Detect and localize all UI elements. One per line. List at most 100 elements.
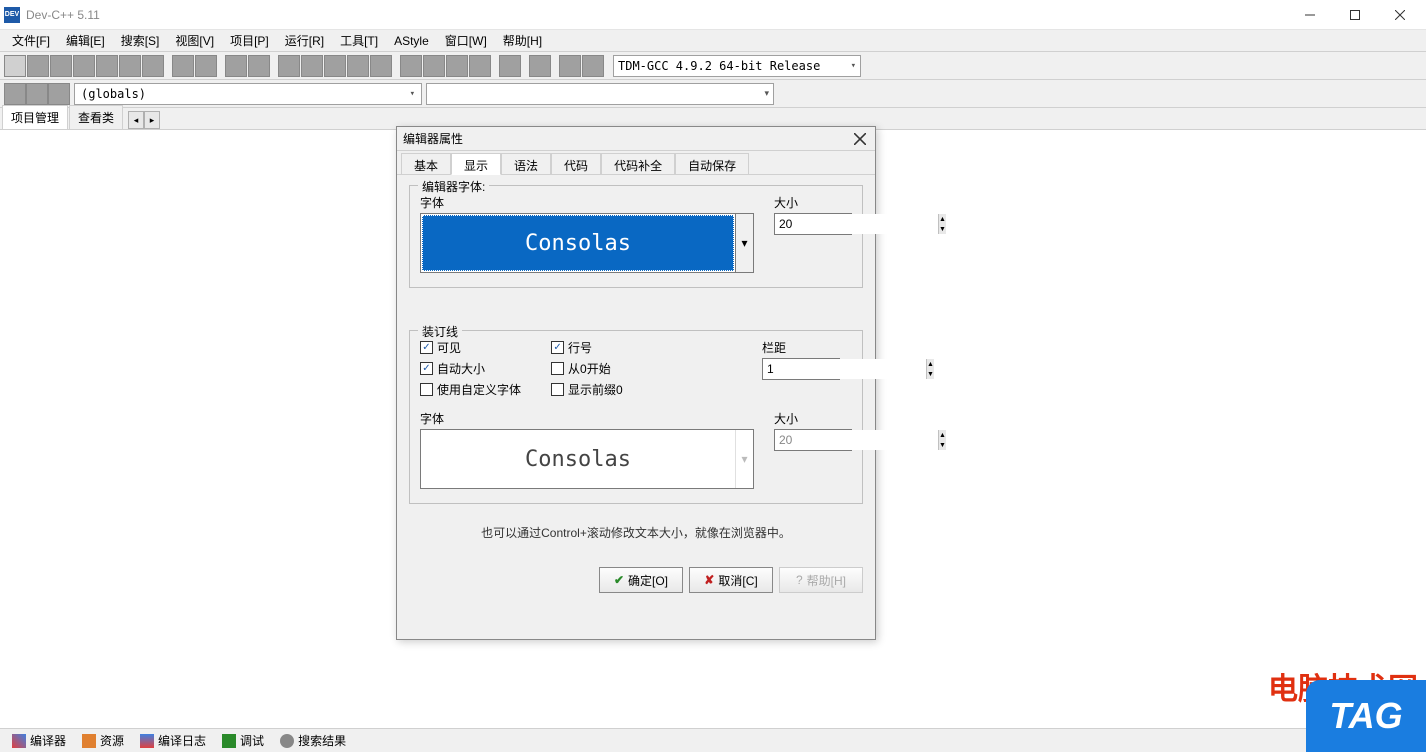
menu-help[interactable]: 帮助[H]	[495, 30, 550, 51]
gutter-font-size-spinner: ▲ ▼	[774, 429, 852, 451]
tab-project-mgmt[interactable]: 项目管理	[2, 105, 68, 129]
spinner-up-icon[interactable]: ▲	[939, 214, 946, 224]
editor-font-value: Consolas	[422, 215, 734, 271]
tab-code[interactable]: 代码	[551, 153, 601, 174]
editor-font-size-spinner[interactable]: ▲ ▼	[774, 213, 852, 235]
window-controls	[1287, 0, 1422, 30]
function-select[interactable]: ▾	[426, 83, 774, 105]
close-file-icon[interactable]	[96, 55, 118, 77]
compile-run-icon[interactable]	[324, 55, 346, 77]
open-file-icon[interactable]	[27, 55, 49, 77]
spinner-up-icon: ▲	[939, 430, 946, 440]
check-custom-font[interactable]: 使用自定义字体	[420, 381, 521, 398]
gutter-font-label: 字体	[420, 410, 754, 427]
stop-icon[interactable]	[529, 55, 551, 77]
chevron-down-icon: ▾	[410, 89, 415, 99]
tab-compiler[interactable]: 编译器	[4, 729, 74, 752]
spinner-up-icon[interactable]: ▲	[927, 359, 934, 369]
tab-syntax[interactable]: 语法	[501, 153, 551, 174]
menu-window[interactable]: 窗口[W]	[437, 30, 495, 51]
dialog-button-row: ✔确定[O] ✘取消[C] ?帮助[H]	[397, 567, 875, 603]
debug-icon[interactable]	[370, 55, 392, 77]
globals-value: (globals)	[81, 87, 146, 101]
window-title: Dev-C++ 5.11	[26, 8, 1287, 22]
minimize-button[interactable]	[1287, 0, 1332, 30]
step-out-icon[interactable]	[469, 55, 491, 77]
resources-icon	[82, 734, 96, 748]
gutter-font-select[interactable]: Consolas ▾	[420, 429, 754, 489]
goto-func-icon[interactable]	[4, 83, 26, 105]
dialog-close-button[interactable]	[851, 130, 869, 148]
column-input[interactable]	[763, 359, 926, 379]
back-icon[interactable]	[26, 83, 48, 105]
tab-autosave[interactable]: 自动保存	[675, 153, 749, 174]
globals-select[interactable]: (globals) ▾	[74, 83, 422, 105]
tab-search-results[interactable]: 搜索结果	[272, 729, 354, 752]
editor-font-group: 编辑器字体: 字体 Consolas ▾ 大小 ▲ ▼	[409, 185, 863, 288]
tab-completion[interactable]: 代码补全	[601, 153, 675, 174]
forward-icon[interactable]	[48, 83, 70, 105]
menu-edit[interactable]: 编辑[E]	[58, 30, 113, 51]
toggle-breakpoint-icon[interactable]	[400, 55, 422, 77]
menu-search[interactable]: 搜索[S]	[113, 30, 168, 51]
new-file-icon[interactable]	[4, 55, 26, 77]
cancel-button[interactable]: ✘取消[C]	[689, 567, 773, 593]
close-all-icon[interactable]	[119, 55, 141, 77]
chevron-down-icon: ▾	[851, 61, 856, 71]
tab-scroll-left-icon[interactable]: ◂	[128, 111, 144, 129]
tab-display[interactable]: 显示	[451, 153, 501, 175]
checkbox-icon	[420, 383, 433, 396]
step-icon[interactable]	[423, 55, 445, 77]
redo-icon[interactable]	[195, 55, 217, 77]
menubar: 文件[F] 编辑[E] 搜索[S] 视图[V] 项目[P] 运行[R] 工具[T…	[0, 30, 1426, 52]
maximize-button[interactable]	[1332, 0, 1377, 30]
check-auto-size[interactable]: ✓自动大小	[420, 360, 521, 377]
tab-basic[interactable]: 基本	[401, 153, 451, 174]
check-line-no[interactable]: ✓行号	[551, 339, 623, 356]
tab-compile-log[interactable]: 编译日志	[132, 729, 214, 752]
check-leading-zero[interactable]: 显示前缀0	[551, 381, 623, 398]
debug-icon	[222, 734, 236, 748]
help-button[interactable]: ?帮助[H]	[779, 567, 863, 593]
rebuild-icon[interactable]	[347, 55, 369, 77]
menu-astyle[interactable]: AStyle	[386, 32, 437, 50]
check-from-zero[interactable]: 从0开始	[551, 360, 623, 377]
menu-view[interactable]: 视图[V]	[167, 30, 222, 51]
check-visible[interactable]: ✓可见	[420, 339, 521, 356]
checkbox-icon: ✓	[551, 341, 564, 354]
save-icon[interactable]	[50, 55, 72, 77]
chevron-down-icon: ▾	[735, 214, 753, 272]
cancel-icon: ✘	[704, 573, 714, 587]
step-over-icon[interactable]	[446, 55, 468, 77]
menu-file[interactable]: 文件[F]	[4, 30, 58, 51]
save-all-icon[interactable]	[73, 55, 95, 77]
find-icon[interactable]	[225, 55, 247, 77]
profile-icon[interactable]	[559, 55, 581, 77]
checkbox-icon: ✓	[420, 341, 433, 354]
compile-icon[interactable]	[278, 55, 300, 77]
tab-debug[interactable]: 调试	[214, 729, 272, 752]
editor-properties-dialog: 编辑器属性 基本 显示 语法 代码 代码补全 自动保存 编辑器字体: 字体 Co…	[396, 126, 876, 640]
check-icon[interactable]	[499, 55, 521, 77]
compiler-profile-select[interactable]: TDM-GCC 4.9.2 64-bit Release ▾	[613, 55, 861, 77]
replace-icon[interactable]	[248, 55, 270, 77]
column-spinner[interactable]: ▲ ▼	[762, 358, 840, 380]
spinner-down-icon[interactable]: ▼	[939, 224, 946, 234]
print-icon[interactable]	[142, 55, 164, 77]
menu-project[interactable]: 项目[P]	[222, 30, 277, 51]
close-button[interactable]	[1377, 0, 1422, 30]
ok-button[interactable]: ✔确定[O]	[599, 567, 683, 593]
tab-resources[interactable]: 资源	[74, 729, 132, 752]
gutter-group: 装订线 ✓可见 ✓自动大小 使用自定义字体 ✓行号 从0开始 显示前缀0 栏距	[409, 330, 863, 504]
menu-run[interactable]: 运行[R]	[277, 30, 332, 51]
delete-profile-icon[interactable]	[582, 55, 604, 77]
tab-class-view[interactable]: 查看类	[69, 105, 123, 129]
tab-scroll-right-icon[interactable]: ▸	[144, 111, 160, 129]
editor-font-select[interactable]: Consolas ▾	[420, 213, 754, 273]
run-icon[interactable]	[301, 55, 323, 77]
editor-font-size-input[interactable]	[775, 214, 938, 234]
undo-icon[interactable]	[172, 55, 194, 77]
menu-tools[interactable]: 工具[T]	[332, 30, 386, 51]
spinner-down-icon[interactable]: ▼	[927, 369, 934, 379]
column-label: 栏距	[762, 339, 852, 356]
